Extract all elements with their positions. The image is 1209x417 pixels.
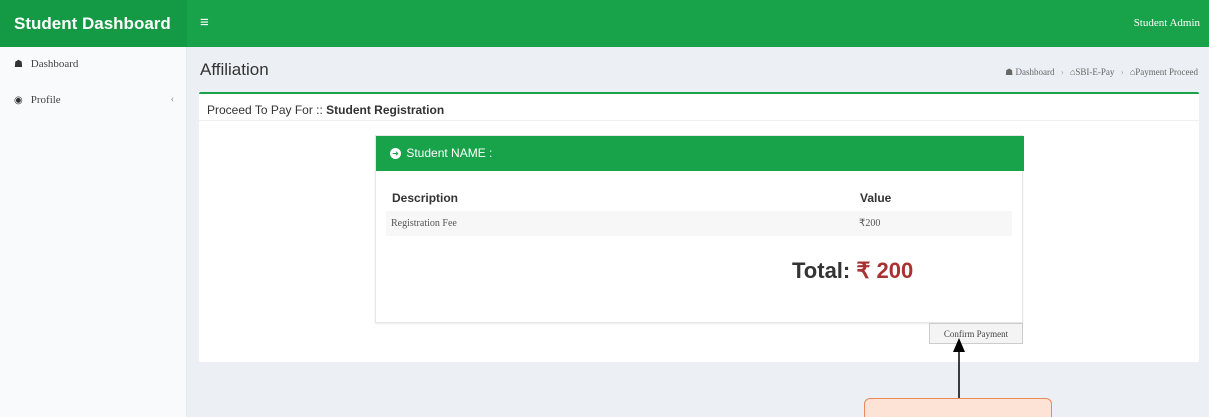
sidebar-item-dashboard[interactable]: ☗ Dashboard: [14, 58, 174, 70]
arrow-circle-right-icon: ➜: [390, 148, 401, 160]
column-header-value: Value: [860, 191, 892, 205]
box-title: Proceed To Pay For :: Student Registrati…: [207, 103, 444, 117]
chevron-left-icon: ‹: [170, 94, 174, 105]
sidebar-item-label: Dashboard: [30, 58, 79, 70]
total-amount: Total: ₹ 200: [792, 258, 913, 284]
panel-header: ➜ Student NAME :: [376, 136, 1024, 171]
annotation-callout-box: [864, 398, 1052, 417]
table-row: [386, 211, 1012, 236]
breadcrumb-separator: ›: [1060, 67, 1064, 77]
box-title-subject: Student Registration: [326, 103, 445, 117]
box-title-prefix: Proceed To Pay For ::: [207, 103, 327, 117]
fee-description: Registration Fee: [391, 218, 457, 229]
breadcrumb-payment-proceed: Payment Proceed: [1135, 67, 1198, 77]
total-value: ₹ 200: [856, 258, 914, 283]
breadcrumb-sbi-epay[interactable]: SBI-E-Pay: [1075, 67, 1114, 77]
sidebar-item-profile[interactable]: ◉ Profile ‹: [14, 94, 174, 106]
column-header-description: Description: [392, 191, 459, 205]
top-navbar: Student Dashboard ≡ Student Admin: [0, 0, 1209, 47]
dashboard-icon: ☗: [14, 59, 23, 70]
user-menu[interactable]: Student Admin: [1134, 0, 1200, 47]
fee-value: ₹200: [859, 218, 881, 229]
sidebar-item-label: Profile: [30, 94, 61, 106]
box-divider: [199, 120, 1199, 121]
eye-icon: ◉: [14, 95, 23, 106]
breadcrumb: ☗ Dashboard › ⌂SBI-E-Pay › ⌂Payment Proc…: [1005, 67, 1198, 78]
breadcrumb-dashboard[interactable]: Dashboard: [1015, 67, 1054, 77]
menu-toggle-icon[interactable]: ≡: [200, 14, 209, 31]
brand-logo[interactable]: Student Dashboard: [0, 0, 187, 47]
total-label: Total:: [792, 258, 857, 283]
page-title: Affiliation: [200, 60, 269, 79]
confirm-payment-button[interactable]: Confirm Payment: [929, 323, 1023, 344]
breadcrumb-separator: ›: [1120, 67, 1124, 77]
sidebar: ☗ Dashboard ◉ Profile ‹: [0, 47, 187, 417]
panel-title: Student NAME :: [406, 146, 493, 160]
home-icon: ☗: [1005, 67, 1014, 77]
